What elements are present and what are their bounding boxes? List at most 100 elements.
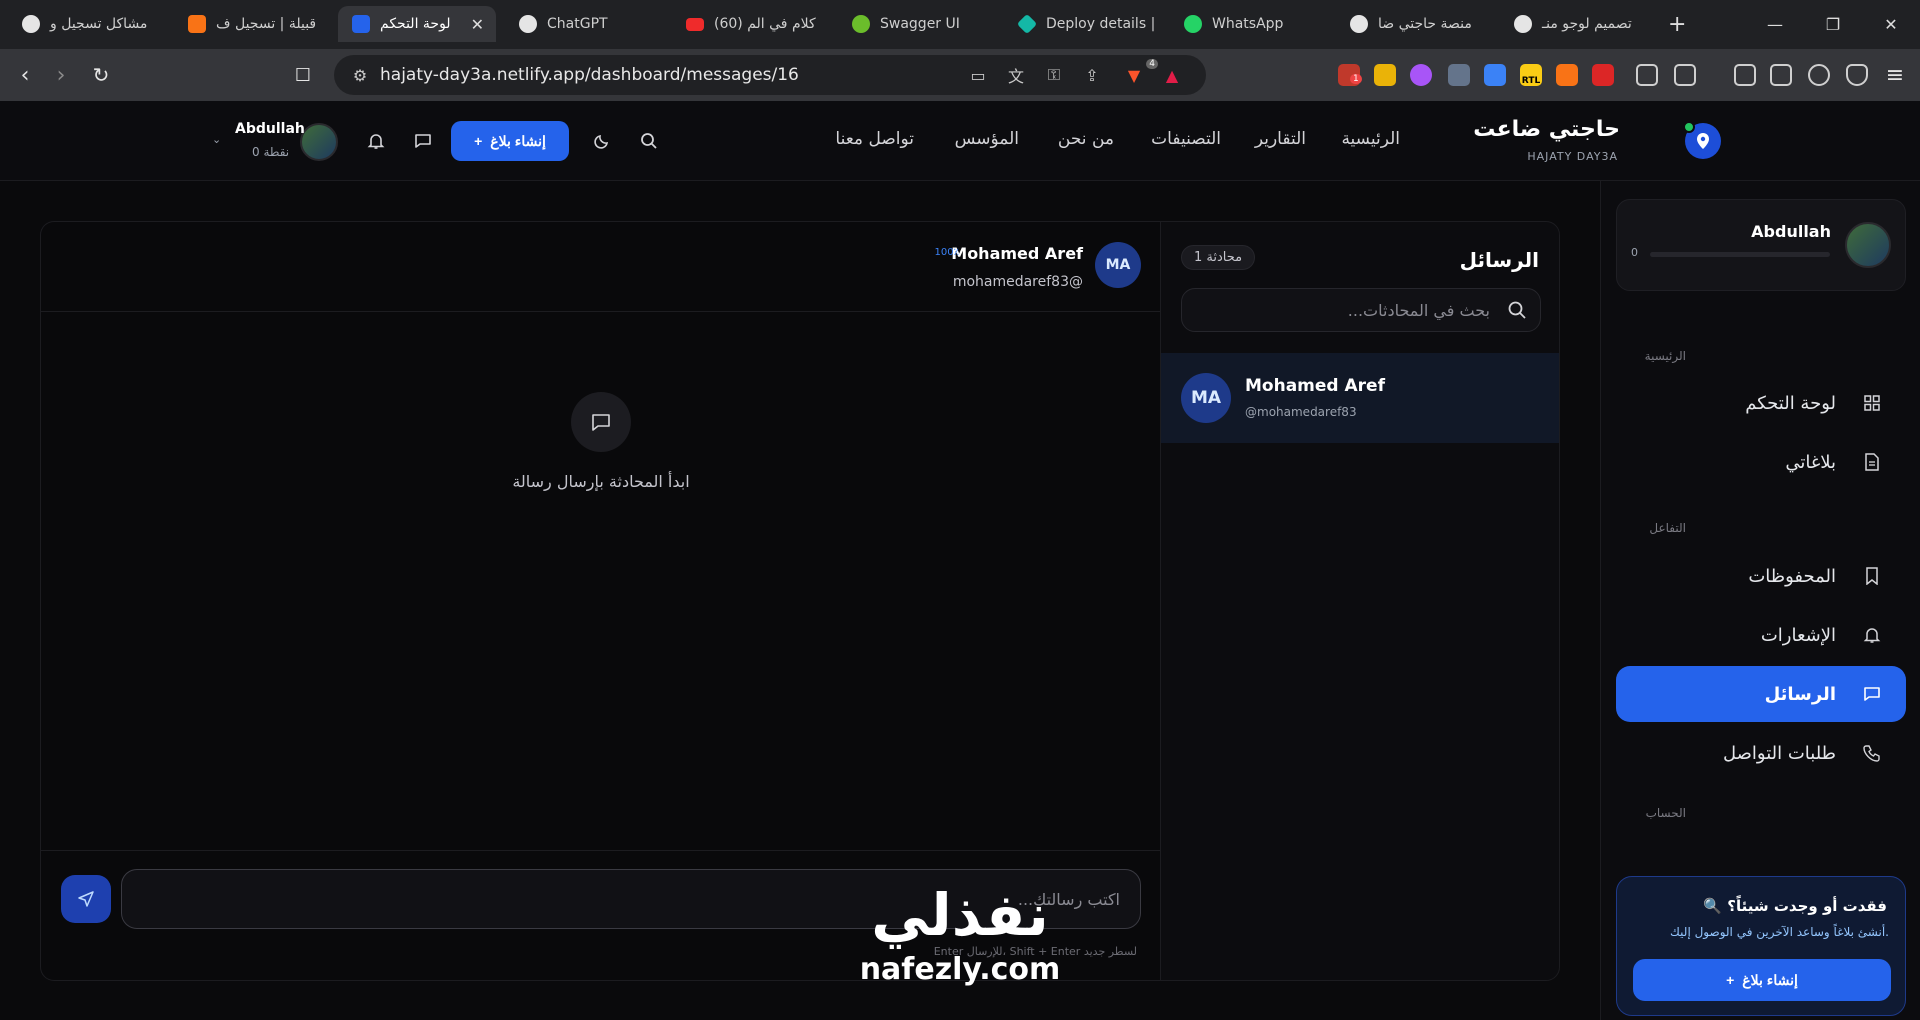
- online-dot: [1683, 121, 1695, 133]
- search-icon[interactable]: [635, 127, 663, 155]
- nav-reports[interactable]: التقارير: [1255, 129, 1306, 149]
- forward-icon[interactable]: ›: [48, 62, 74, 88]
- nav-contact[interactable]: تواصل معنا: [835, 129, 914, 149]
- site-info-icon[interactable]: ⚙: [348, 55, 372, 95]
- close-icon[interactable]: ✕: [471, 15, 484, 34]
- sidebar-item-label: الإشعارات: [1760, 624, 1836, 646]
- send-button[interactable]: [61, 875, 111, 923]
- dark-mode-icon[interactable]: [588, 127, 616, 155]
- watermark: نفذلي nafezly.com: [850, 880, 1070, 1020]
- browser-tab[interactable]: (60) كلام في الم: [672, 6, 832, 42]
- phone-icon: [1860, 741, 1884, 765]
- section-label-interaction: التفاعل: [1649, 521, 1686, 535]
- share-icon[interactable]: ⇪: [1080, 55, 1104, 95]
- chat-header: MA Mohamed Aref 100٪ mohamedaref83@: [41, 222, 1161, 312]
- maximize-icon[interactable]: ❐: [1804, 0, 1862, 49]
- reload-icon[interactable]: ↻: [88, 62, 114, 88]
- brave-badge: 4: [1146, 59, 1158, 69]
- browser-tab[interactable]: ChatGPT: [505, 6, 665, 42]
- extensions-puzzle-icon[interactable]: [1636, 64, 1658, 86]
- menu-icon[interactable]: ≡: [1882, 62, 1908, 88]
- browser-tab[interactable]: Deploy details |: [1004, 6, 1164, 42]
- browser-tab[interactable]: منصة حاجتي ضا: [1336, 6, 1496, 42]
- lock-extension-icon[interactable]: [1374, 64, 1396, 86]
- nav-home[interactable]: الرئيسية: [1341, 129, 1400, 149]
- extension-icon[interactable]: [1448, 64, 1470, 86]
- conversation-avatar: MA: [1181, 373, 1231, 423]
- user-avatar[interactable]: [300, 123, 338, 161]
- sidebar-item-saved[interactable]: المحفوظات: [1616, 548, 1906, 604]
- extension-icon[interactable]: [1410, 64, 1432, 86]
- profile-avatar: [1845, 222, 1891, 268]
- promo-title: 🔍 فقدت أو وجدت شيئاً؟: [1703, 897, 1887, 915]
- bell-icon[interactable]: [362, 127, 390, 155]
- plus-icon: +: [474, 133, 483, 149]
- install-app-icon[interactable]: ▭: [966, 55, 990, 95]
- wallet-icon[interactable]: [1770, 64, 1792, 86]
- chat-contact-handle: mohamedaref83@: [952, 274, 1083, 290]
- sidebar-item-contact-requests[interactable]: طلبات التواصل: [1616, 725, 1906, 781]
- tab-title: Deploy details |: [1046, 16, 1156, 32]
- minimize-icon[interactable]: —: [1746, 0, 1804, 49]
- section-label-main: الرئيسية: [1644, 349, 1686, 363]
- conversation-count-badge: 1 محادثة: [1181, 245, 1256, 270]
- bookmark-icon: [1860, 564, 1884, 588]
- translate-icon[interactable]: 文: [1004, 55, 1028, 95]
- bookmark-page-icon[interactable]: ☐: [290, 62, 316, 88]
- brave-rewards-icon[interactable]: ▲: [1160, 55, 1184, 95]
- browser-tab[interactable]: مشاكل تسجيل و: [8, 6, 168, 42]
- browser-tab[interactable]: تصميم لوجو منـ: [1500, 6, 1660, 42]
- brand-title[interactable]: حاجتي ضاعت: [1473, 117, 1620, 142]
- brand-subtitle: HAJATY DAY3A: [1527, 150, 1618, 163]
- conversation-search-input[interactable]: [1181, 288, 1541, 332]
- browser-tab[interactable]: WhatsApp: [1170, 6, 1330, 42]
- browser-tab-active[interactable]: لوحة التحكم ✕: [338, 6, 496, 42]
- vpn-shield-icon[interactable]: [1846, 64, 1868, 86]
- nav-founder[interactable]: المؤسس: [955, 129, 1019, 149]
- key-icon[interactable]: ⚿: [1042, 55, 1066, 95]
- leo-ai-icon[interactable]: [1808, 64, 1830, 86]
- chevron-down-icon[interactable]: ⌄: [212, 133, 221, 146]
- extension-icon[interactable]: [1556, 64, 1578, 86]
- messages-icon[interactable]: [409, 127, 437, 155]
- sidebar-item-notifications[interactable]: الإشعارات: [1616, 607, 1906, 663]
- location-pin-icon[interactable]: [1683, 121, 1721, 159]
- profile-name: Abdullah: [1751, 222, 1831, 241]
- youtube-icon: [686, 17, 704, 31]
- app-pin-icon: [352, 15, 370, 33]
- user-name[interactable]: Abdullah: [235, 121, 305, 137]
- extension-icon[interactable]: [1484, 64, 1506, 86]
- nav-about[interactable]: من نحن: [1058, 129, 1114, 149]
- conversation-item[interactable]: MA Mohamed Aref @mohamedaref83: [1161, 353, 1559, 443]
- browser-tab[interactable]: قبيلة | تسجيل ف: [174, 6, 334, 42]
- address-bar[interactable]: ⚙ hajaty-day3a.netlify.app/dashboard/mes…: [334, 55, 1206, 95]
- sidebar-item-my-reports[interactable]: بلاغاتي: [1616, 434, 1906, 490]
- back-icon[interactable]: ‹: [12, 62, 38, 88]
- points-progress-bar: [1650, 252, 1830, 257]
- sidebar-item-dashboard[interactable]: لوحة التحكم: [1616, 375, 1906, 431]
- sidebar-toggle-icon[interactable]: [1734, 64, 1756, 86]
- extension-mail-icon[interactable]: 1: [1338, 64, 1362, 86]
- extension-icon[interactable]: [1592, 64, 1614, 86]
- profile-card[interactable]: Abdullah 0: [1616, 199, 1906, 291]
- new-tab-icon[interactable]: +: [1668, 12, 1686, 37]
- promo-card: 🔍 فقدت أو وجدت شيئاً؟ أنشئ بلاغاً وساعد …: [1616, 876, 1906, 1016]
- rtl-extension-icon[interactable]: RTL: [1520, 64, 1542, 86]
- promo-create-report-button[interactable]: + إنشاء بلاغ: [1633, 959, 1891, 1001]
- tab-title: WhatsApp: [1212, 16, 1284, 32]
- conversation-name: Mohamed Aref: [1245, 376, 1385, 396]
- nav-categories[interactable]: التصنيفات: [1151, 129, 1221, 149]
- sidebar-item-label: الرسائل: [1764, 683, 1836, 705]
- search-icon: [1508, 301, 1526, 319]
- sidebar-item-messages[interactable]: الرسائل: [1616, 666, 1906, 722]
- url-text: hajaty-day3a.netlify.app/dashboard/messa…: [380, 65, 799, 85]
- create-report-button[interactable]: + إنشاء بلاغ: [451, 121, 569, 161]
- reader-icon[interactable]: [1674, 64, 1696, 86]
- orange-icon: [188, 15, 206, 33]
- brave-shield-icon[interactable]: ▼: [1122, 55, 1146, 95]
- browser-tab[interactable]: Swagger UI: [838, 6, 998, 42]
- chat-avatar[interactable]: MA: [1095, 242, 1141, 288]
- chat-bubble-icon: [571, 392, 631, 452]
- tab-title: مشاكل تسجيل و: [50, 16, 148, 32]
- close-window-icon[interactable]: ✕: [1862, 0, 1920, 49]
